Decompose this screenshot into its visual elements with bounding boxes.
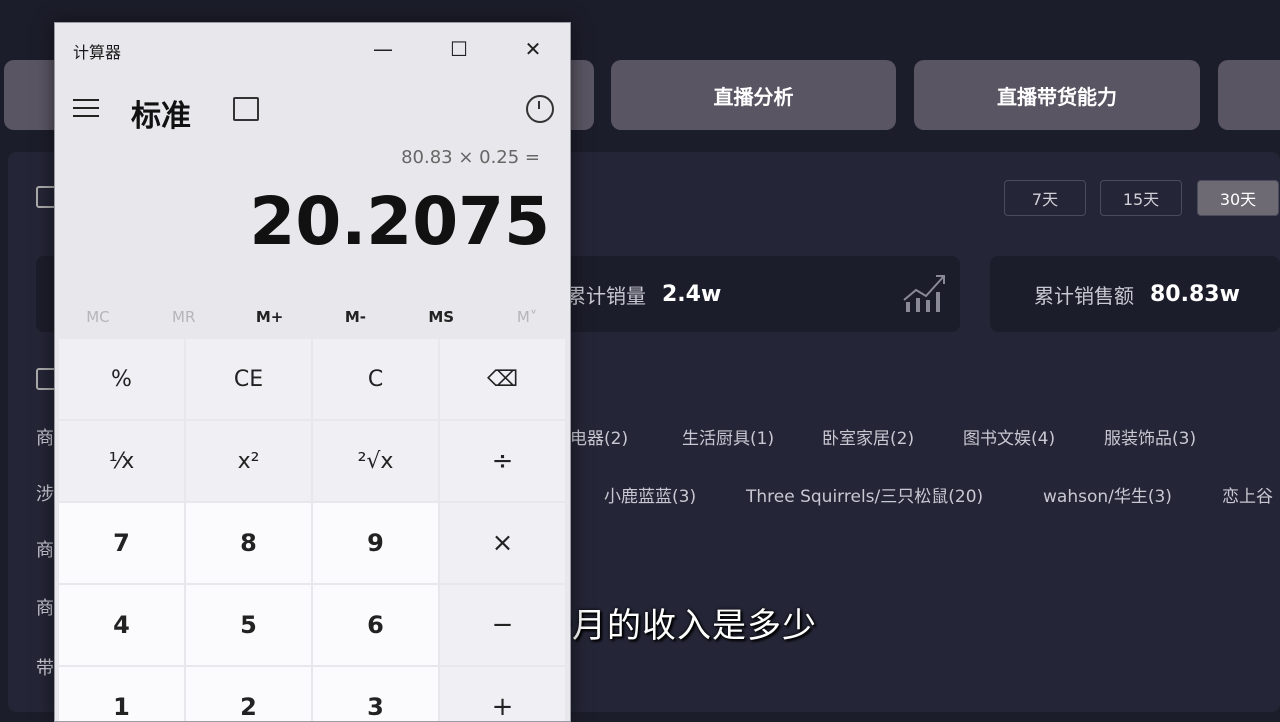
brand-tag[interactable]: 恋上谷 — [1222, 482, 1273, 507]
reciprocal-button[interactable]: ¹⁄x — [59, 421, 184, 501]
mode-title: 标准 — [131, 99, 191, 134]
memory-store-button[interactable]: MS — [398, 301, 484, 333]
stat-value: 2.4w — [662, 281, 722, 307]
category-tag[interactable]: 卧室家居(2) — [822, 424, 914, 449]
row-label: 商 — [36, 598, 54, 619]
row-label: 带 — [36, 658, 54, 679]
window-title: 计算器 — [73, 43, 122, 62]
memory-row: MC MR M+ M- MS M˅ — [55, 301, 570, 333]
stat-card-sales-amount: 累计销售额 80.83w — [990, 256, 1280, 332]
memory-clear-button[interactable]: MC — [55, 301, 141, 333]
stat-label: 累计销量 — [566, 283, 646, 308]
percent-button[interactable]: % — [59, 339, 184, 419]
history-icon[interactable] — [526, 95, 554, 123]
digit-7-button[interactable]: 7 — [59, 503, 184, 583]
close-button[interactable]: ✕ — [513, 33, 553, 65]
digit-6-button[interactable]: 6 — [313, 585, 438, 665]
digit-5-button[interactable]: 5 — [186, 585, 311, 665]
memory-recall-button[interactable]: MR — [141, 301, 227, 333]
brand-tag[interactable]: wahson/华生(3) — [1043, 482, 1172, 507]
tab-live-sales-ability[interactable]: 直播带货能力 — [914, 60, 1200, 130]
calculator-window: 计算器 — ☐ ✕ 标准 80.83 × 0.25 = 20.2075 MC M… — [54, 22, 571, 722]
range-15d-button[interactable]: 15天 — [1100, 180, 1182, 216]
row-label: 涉 — [36, 484, 54, 505]
stat-value: 80.83w — [1150, 281, 1240, 307]
digit-3-button[interactable]: 3 — [313, 667, 438, 721]
category-tag[interactable]: 图书文娱(4) — [963, 424, 1055, 449]
backspace-button[interactable]: ⌫ — [440, 339, 565, 419]
digit-2-button[interactable]: 2 — [186, 667, 311, 721]
tab-live-analysis[interactable]: 直播分析 — [611, 60, 896, 130]
multiply-button[interactable]: × — [440, 503, 565, 583]
trend-chart-icon — [903, 275, 945, 312]
memory-list-button[interactable]: M˅ — [484, 301, 570, 333]
result-display: 20.2075 — [249, 183, 550, 260]
add-button[interactable]: + — [440, 667, 565, 721]
digit-9-button[interactable]: 9 — [313, 503, 438, 583]
stat-label: 累计销售额 — [1034, 283, 1134, 308]
keypad: % CE C ⌫ ¹⁄x x² ²√x ÷ 7 8 9 × 4 5 6 − 1 … — [59, 339, 567, 721]
category-tag[interactable]: 生活厨具(1) — [682, 424, 774, 449]
memory-add-button[interactable]: M+ — [227, 301, 313, 333]
calculator-header: 标准 — [55, 85, 570, 135]
digit-8-button[interactable]: 8 — [186, 503, 311, 583]
brand-tag[interactable]: Three Squirrels/三只松鼠(20) — [746, 482, 983, 507]
keep-on-top-icon[interactable] — [233, 97, 259, 121]
memory-subtract-button[interactable]: M- — [312, 301, 398, 333]
range-7d-button[interactable]: 7天 — [1004, 180, 1086, 216]
digit-1-button[interactable]: 1 — [59, 667, 184, 721]
row-label: 商 — [36, 540, 54, 561]
clear-button[interactable]: C — [313, 339, 438, 419]
divide-button[interactable]: ÷ — [440, 421, 565, 501]
subtract-button[interactable]: − — [440, 585, 565, 665]
square-root-button[interactable]: ²√x — [313, 421, 438, 501]
right-tab-partial[interactable] — [1218, 60, 1280, 130]
digit-4-button[interactable]: 4 — [59, 585, 184, 665]
category-tag[interactable]: 服装饰品(3) — [1104, 424, 1196, 449]
clear-entry-button[interactable]: CE — [186, 339, 311, 419]
brand-tag[interactable]: 小鹿蓝蓝(3) — [604, 482, 696, 507]
range-30d-button[interactable]: 30天 — [1197, 180, 1279, 216]
minimize-button[interactable]: — — [363, 33, 403, 65]
menu-icon[interactable] — [73, 99, 99, 119]
category-tag[interactable]: 电器(2) — [570, 424, 628, 449]
expression-display: 80.83 × 0.25 = — [401, 147, 540, 168]
title-bar[interactable]: 计算器 — ☐ ✕ — [55, 23, 570, 75]
square-button[interactable]: x² — [186, 421, 311, 501]
maximize-button[interactable]: ☐ — [439, 33, 479, 65]
row-label: 商 — [36, 428, 54, 449]
